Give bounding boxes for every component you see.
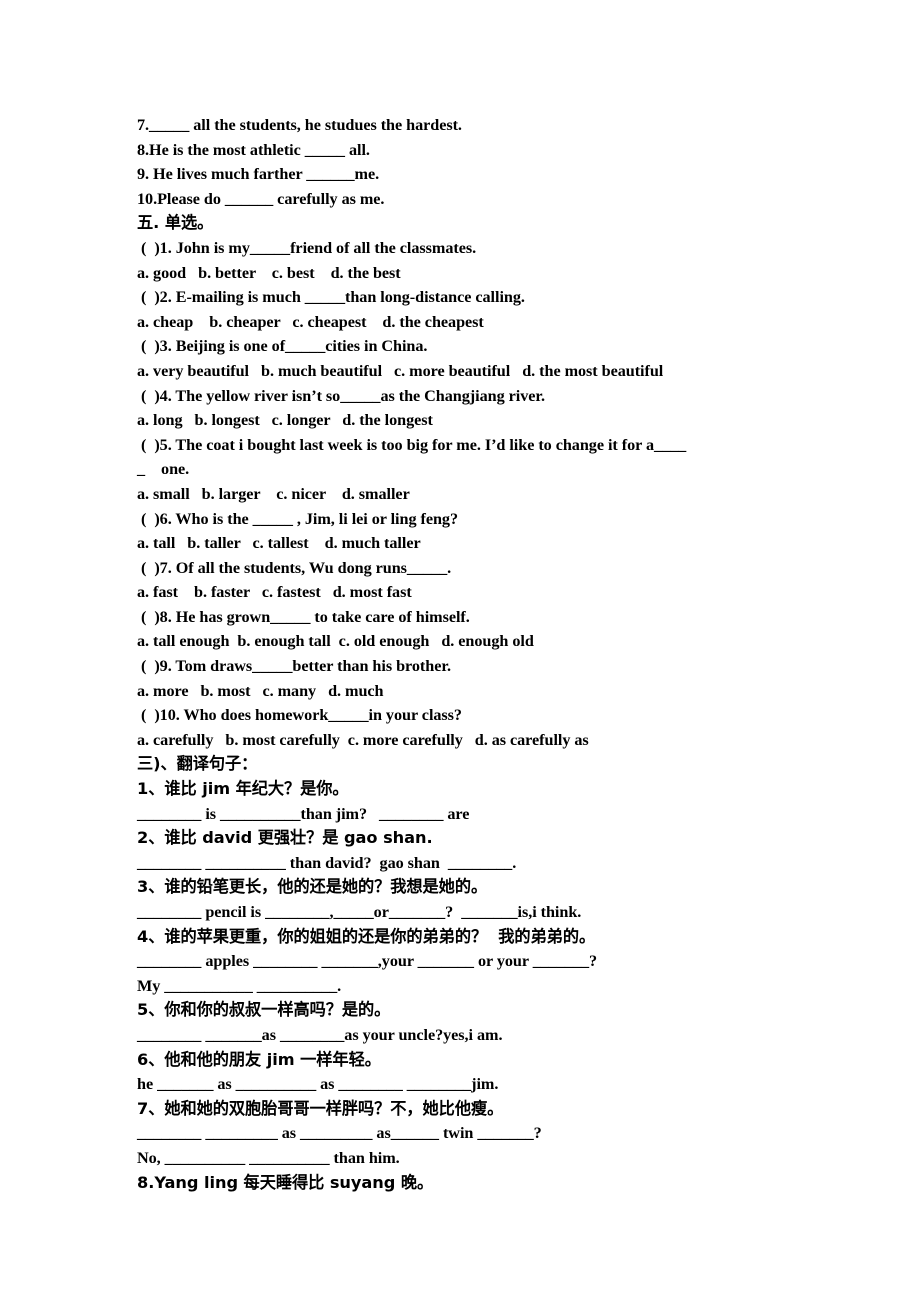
mc-question-stem: ( )10. Who does homework_____in your cla… <box>141 706 462 725</box>
mc-question-stem: ( )6. Who is the _____ , Jim, li lei or … <box>141 509 459 528</box>
mc-question-options: a. good b. better c. best d. the best <box>137 263 401 282</box>
mc-question-stem: ( )5. The coat i bought last week is too… <box>141 435 687 454</box>
mc-question-stem-continued: _ one. <box>137 460 190 479</box>
translate-prompt: 4、谁的苹果更重，你的姐姐的还是你的弟弟的？ 我的弟弟的。 <box>137 926 596 946</box>
translate-answer-line[interactable]: ________ _________ as _________ as______… <box>137 1121 920 1146</box>
mc-question-stem: ( )2. E-mailing is much _____than long-d… <box>141 288 525 307</box>
mc-question-options: a. more b. most c. many d. much <box>137 681 384 700</box>
mc-question-options: a. long b. longest c. longer d. the long… <box>137 411 433 430</box>
translate-answer-line[interactable]: ________ pencil is ________,_____or_____… <box>137 900 920 925</box>
translate-prompt: 2、谁比 david 更强壮？是 gao shan. <box>137 828 433 848</box>
translate-prompt: 3、谁的铅笔更长，他的还是她的？我想是她的。 <box>137 877 488 897</box>
mc-question-options: a. very beautiful b. much beautiful c. m… <box>137 361 664 380</box>
translate-group: 1、谁比 jim 年纪大？是你。 ________ is __________t… <box>137 777 920 1195</box>
section-translate-heading: 三)、翻译句子： <box>137 754 258 774</box>
translate-prompt: 6、他和他的朋友 jim 一样年轻。 <box>137 1049 381 1069</box>
worksheet-page: 7._____ all the students, he studues the… <box>0 0 920 1302</box>
fill-in-item: 7._____ all the students, he studues the… <box>137 116 462 134</box>
mc-question-stem: ( )8. He has grown_____ to take care of … <box>141 607 470 626</box>
fill-in-item: 8.He is the most athletic _____ all. <box>137 140 370 159</box>
translate-answer-line[interactable]: ________ apples ________ _______,your __… <box>137 949 920 974</box>
mc-question-options: a. fast b. faster c. fastest d. most fas… <box>137 583 412 602</box>
section-five-heading: 五. 单选。 <box>137 213 214 233</box>
fill-in-item: 10.Please do ______ carefully as me. <box>137 189 385 208</box>
mc-question-options: a. cheap b. cheaper c. cheapest d. the c… <box>137 312 484 331</box>
fill-in-tail-group: 7._____ all the students, he studues the… <box>137 113 920 211</box>
translate-answer-line[interactable]: ________ is __________than jim? ________… <box>137 802 920 827</box>
mc-question-options: a. tall enough b. enough tall c. old eno… <box>137 632 534 651</box>
mc-question-stem: ( )1. John is my_____friend of all the c… <box>141 238 477 257</box>
mc-question-options: a. small b. larger c. nicer d. smaller <box>137 484 410 503</box>
mc-question-stem: ( )3. Beijing is one of_____cities in Ch… <box>141 337 428 356</box>
mc-question-options: a. tall b. taller c. tallest d. much tal… <box>137 534 421 553</box>
translate-answer-line[interactable]: ________ _______as ________as your uncle… <box>137 1023 920 1048</box>
translate-answer-line[interactable]: ________ __________ than david? gao shan… <box>137 851 920 876</box>
mc-question-stem: ( )4. The yellow river isn’t so_____as t… <box>141 386 546 405</box>
translate-prompt: 1、谁比 jim 年纪大？是你。 <box>137 779 349 799</box>
multiple-choice-group: ( )1. John is my_____friend of all the c… <box>137 236 920 752</box>
translate-answer-line[interactable]: My ___________ __________. <box>137 974 920 999</box>
fill-in-item: 9. He lives much farther ______me. <box>137 165 380 184</box>
mc-question-stem: ( )9. Tom draws_____better than his brot… <box>141 657 451 676</box>
mc-question-stem: ( )7. Of all the students, Wu dong runs_… <box>141 558 452 577</box>
translate-prompt: 5、你和你的叔叔一样高吗？是的。 <box>137 1000 391 1020</box>
translate-answer-line[interactable]: he _______ as __________ as ________ ___… <box>137 1072 920 1097</box>
translate-answer-line[interactable]: No, __________ __________ than him. <box>137 1146 920 1171</box>
translate-prompt: 8.Yang ling 每天睡得比 suyang 晚。 <box>137 1172 434 1192</box>
mc-question-options: a. carefully b. most carefully c. more c… <box>137 730 589 749</box>
translate-prompt: 7、她和她的双胞胎哥哥一样胖吗？不，她比他瘦。 <box>137 1098 504 1118</box>
